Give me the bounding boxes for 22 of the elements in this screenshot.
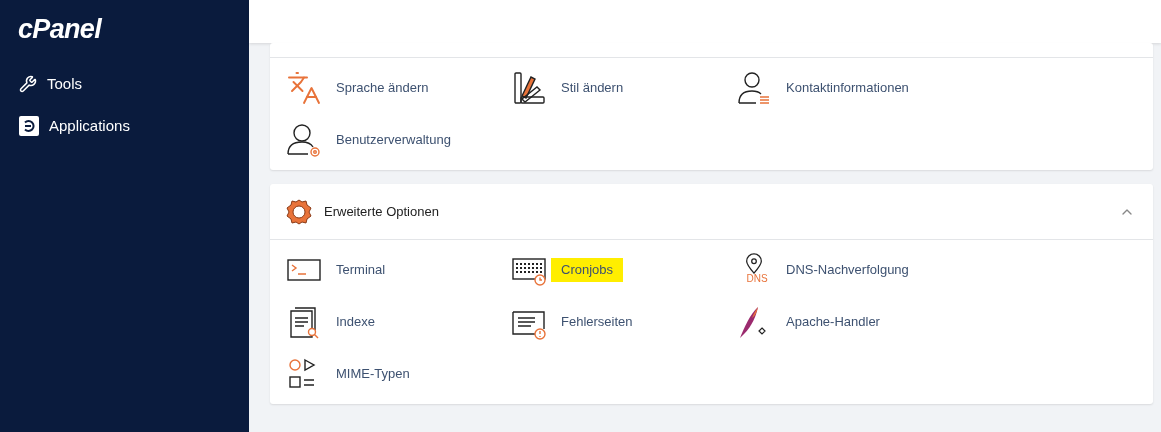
tool-link[interactable]: Indexe <box>336 312 376 332</box>
tool-link[interactable]: Terminal <box>336 260 386 280</box>
tool-link[interactable]: MIME-Typen <box>336 364 410 384</box>
tool-link[interactable]: Fehlerseiten <box>561 312 633 332</box>
sidebar-item[interactable]: Tools <box>0 63 249 105</box>
gear-icon <box>286 198 312 225</box>
section-title: Erweiterte Optionen <box>324 202 439 221</box>
language-icon <box>286 70 322 106</box>
person-list-icon <box>736 70 772 106</box>
cpanel-logo: cPanel <box>18 13 101 46</box>
swatches-icon <box>511 70 547 106</box>
tool-link[interactable]: Sprache ändern <box>336 78 429 98</box>
tool-link[interactable]: Kontaktinformationen <box>786 78 909 98</box>
tools-icon <box>19 75 37 93</box>
tool-link[interactable]: Benutzerverwaltung <box>336 130 451 150</box>
sidebar-item[interactable]: Applications <box>0 105 249 147</box>
user-settings-icon <box>286 122 322 158</box>
applications-icon <box>19 116 39 136</box>
tool-link[interactable]: Cronjobs <box>551 258 624 282</box>
tool-link[interactable]: Stil ändern <box>561 78 624 98</box>
tool-link[interactable]: DNS-Nachverfolgung <box>786 260 909 280</box>
tool-link[interactable]: Apache-Handler <box>786 312 880 332</box>
